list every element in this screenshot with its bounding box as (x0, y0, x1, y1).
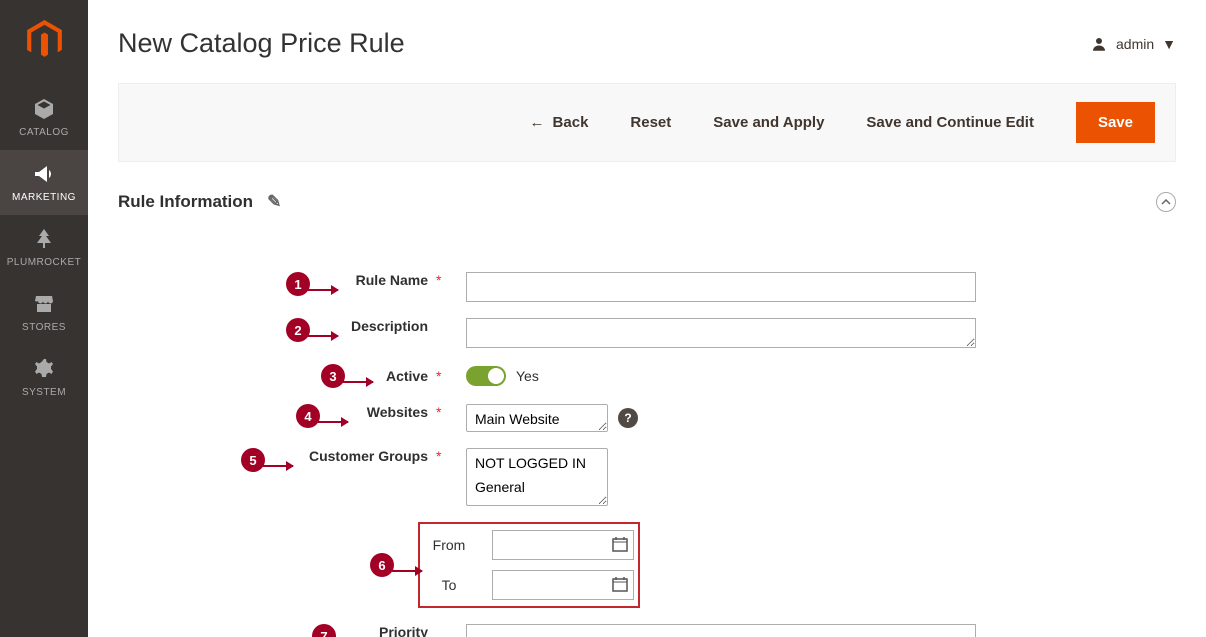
annotation-6: 6 (370, 553, 394, 577)
description-row: 2 Description (138, 318, 1176, 348)
customer-groups-row: 5 Customer Groups* NOT LOGGED IN General (138, 448, 1176, 506)
annotation-3: 3 (321, 364, 345, 388)
sidebar-item-catalog[interactable]: CATALOG (0, 85, 88, 150)
date-to-row: To (424, 570, 634, 600)
websites-label: Websites (367, 404, 436, 420)
date-from-row: From (424, 530, 634, 560)
back-button[interactable]: ← Back (530, 114, 589, 131)
box-icon (32, 97, 56, 121)
sidebar-item-label: MARKETING (12, 192, 76, 203)
megaphone-icon (32, 162, 56, 186)
priority-row: 7 Priority (138, 624, 1176, 637)
group-option[interactable]: NOT LOGGED IN (469, 451, 605, 475)
annotation-5: 5 (241, 448, 265, 472)
help-icon[interactable]: ? (618, 408, 638, 428)
section-header: Rule Information ✎ (118, 192, 1176, 222)
annotation-arrow (392, 570, 422, 572)
annotation-4: 4 (296, 404, 320, 428)
user-icon (1090, 35, 1108, 53)
reset-button[interactable]: Reset (630, 114, 671, 131)
annotation-arrow (308, 335, 338, 337)
annotation-1: 1 (286, 272, 310, 296)
annotation-arrow (343, 381, 373, 383)
storefront-icon (32, 292, 56, 316)
sidebar: CATALOG MARKETING PLUMROCKET STORES SYST… (0, 0, 88, 637)
website-option[interactable]: Main Website (469, 407, 605, 431)
rule-name-input[interactable] (466, 272, 976, 302)
annotation-7: 7 (312, 624, 336, 637)
calendar-icon[interactable] (612, 536, 628, 552)
page-header: New Catalog Price Rule admin ▼ (118, 0, 1176, 83)
active-label: Active (386, 368, 436, 384)
tree-icon (32, 227, 56, 251)
gear-icon (32, 357, 56, 381)
description-textarea[interactable] (466, 318, 976, 348)
from-label: From (424, 537, 474, 553)
arrow-left-icon: ← (530, 114, 545, 131)
sidebar-item-system[interactable]: SYSTEM (0, 345, 88, 410)
account-menu[interactable]: admin ▼ (1090, 35, 1176, 53)
pencil-icon[interactable]: ✎ (267, 192, 281, 212)
active-toggle[interactable] (466, 366, 506, 386)
rule-information-section: Rule Information ✎ 1 Rule Name* 2 (118, 192, 1176, 637)
sidebar-item-label: PLUMROCKET (7, 257, 81, 268)
magento-logo[interactable] (27, 0, 62, 85)
collapse-button[interactable] (1156, 192, 1176, 212)
annotation-arrow (263, 465, 293, 467)
section-title: Rule Information ✎ (118, 192, 281, 212)
websites-select[interactable]: Main Website (466, 404, 608, 432)
date-range-group: From To (418, 522, 640, 608)
dates-row: 6 From To (138, 522, 1176, 608)
account-label: admin (1116, 36, 1154, 52)
priority-label: Priority (379, 624, 436, 637)
to-label: To (424, 577, 474, 593)
required-asterisk: * (436, 404, 448, 420)
active-row: 3 Active* Yes (138, 364, 1176, 388)
page-title: New Catalog Price Rule (118, 28, 405, 59)
required-asterisk: * (436, 368, 448, 384)
magento-logo-icon (27, 20, 62, 60)
required-asterisk: * (436, 272, 448, 288)
priority-input[interactable] (466, 624, 976, 637)
description-label: Description (351, 318, 436, 334)
chevron-up-icon (1161, 199, 1171, 205)
rule-name-row: 1 Rule Name* (138, 272, 1176, 302)
section-title-text: Rule Information (118, 192, 253, 212)
sidebar-item-label: CATALOG (19, 127, 69, 138)
customer-groups-label: Customer Groups (309, 448, 436, 464)
save-button[interactable]: Save (1076, 102, 1155, 143)
main-content: New Catalog Price Rule admin ▼ ← Back Re… (88, 0, 1206, 637)
chevron-down-icon: ▼ (1162, 36, 1176, 52)
annotation-2: 2 (286, 318, 310, 342)
form: 1 Rule Name* 2 Description 3 (118, 272, 1176, 637)
sidebar-item-label: STORES (22, 322, 66, 333)
websites-row: 4 Websites* Main Website ? (138, 404, 1176, 432)
required-asterisk: * (436, 448, 448, 464)
active-value-label: Yes (516, 368, 539, 384)
calendar-icon[interactable] (612, 576, 628, 592)
group-option[interactable]: General (469, 475, 605, 499)
sidebar-item-plumrocket[interactable]: PLUMROCKET (0, 215, 88, 280)
customer-groups-select[interactable]: NOT LOGGED IN General (466, 448, 608, 506)
annotation-arrow (308, 289, 338, 291)
rule-name-label: Rule Name (356, 272, 436, 288)
save-apply-button[interactable]: Save and Apply (713, 114, 824, 131)
back-label: Back (553, 114, 589, 131)
annotation-arrow (318, 421, 348, 423)
save-continue-button[interactable]: Save and Continue Edit (866, 114, 1034, 131)
sidebar-item-label: SYSTEM (22, 387, 66, 398)
sidebar-item-marketing[interactable]: MARKETING (0, 150, 88, 215)
sidebar-item-stores[interactable]: STORES (0, 280, 88, 345)
action-bar: ← Back Reset Save and Apply Save and Con… (118, 83, 1176, 162)
